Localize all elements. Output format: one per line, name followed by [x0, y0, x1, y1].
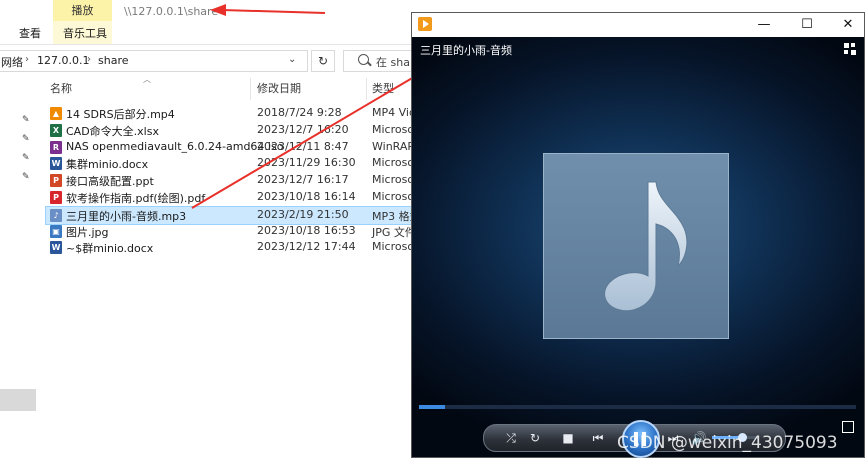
- file-modified-date: 2023/12/7 16:20: [257, 122, 349, 136]
- breadcrumb-separator[interactable]: ›: [87, 54, 91, 65]
- file-row[interactable]: P 软考操作指南.pdf(绘图).pdf 2023/10/18 16:14 Micro…: [46, 189, 466, 206]
- column-header-type[interactable]: 类型: [372, 80, 394, 100]
- file-modified-date: 2023/2/19 21:50: [257, 207, 349, 221]
- media-player-window: — ☐ ✕ 三月里的小雨-音频 ⤮ ↻ ■ ⏮ ⏭ 🔊: [411, 12, 865, 458]
- file-type: WinRAR: [372, 139, 416, 153]
- watermark: CSDN @weixin_43075093: [617, 433, 838, 453]
- pin-icon[interactable]: ✎: [22, 172, 30, 182]
- refresh-button[interactable]: ↻: [311, 50, 335, 72]
- switch-layout-icon[interactable]: [844, 43, 856, 55]
- column-header-name[interactable]: 名称: [50, 80, 72, 100]
- minimize-button[interactable]: —: [744, 13, 784, 37]
- winrar-icon: R: [50, 140, 62, 154]
- file-row[interactable]: ▣ 图片.jpg 2023/10/18 16:53 JPG 文件: [46, 223, 466, 240]
- file-modified-date: 2023/10/18 16:53: [257, 223, 356, 237]
- file-type: Microso: [372, 240, 415, 254]
- file-name: 14 SDRS后部分.mp4: [66, 108, 175, 121]
- file-type: JPG 文件: [372, 225, 416, 239]
- window-title-path: \\127.0.0.1\share: [124, 5, 219, 18]
- chevron-down-icon[interactable]: ⌄: [288, 54, 296, 65]
- word-icon: W: [50, 157, 62, 171]
- file-name: 图片.jpg: [66, 225, 109, 239]
- tab-music-tools[interactable]: 音乐工具: [63, 25, 107, 41]
- powerpoint-icon: P: [50, 174, 62, 188]
- file-modified-date: 2023/12/11 8:47: [257, 139, 349, 153]
- player-titlebar[interactable]: — ☐ ✕: [412, 13, 864, 37]
- file-name: NAS openmediavault_6.0.24-amd64.iso: [66, 139, 284, 153]
- file-row[interactable]: W 集群minio.docx 2023/11/29 16:30 Microso: [46, 155, 466, 172]
- file-type: Microso: [372, 190, 415, 203]
- file-type: Microso: [372, 173, 415, 187]
- pin-icon[interactable]: ✎: [22, 134, 30, 144]
- maximize-button[interactable]: ☐: [787, 13, 827, 37]
- column-header-date[interactable]: 修改日期: [257, 80, 301, 100]
- pin-icon[interactable]: ✎: [22, 115, 30, 125]
- pin-icon[interactable]: ✎: [22, 153, 30, 163]
- excel-icon: X: [50, 123, 62, 137]
- file-name: 接口高级配置.ppt: [66, 175, 154, 189]
- player-video-area[interactable]: 三月里的小雨-音频 ⤮ ↻ ■ ⏮ ⏭ 🔊: [412, 37, 864, 458]
- file-row[interactable]: ▲ 14 SDRS后部分.mp4 2018/7/24 9:28 MP4 Vid: [46, 105, 466, 122]
- album-art: [543, 153, 729, 339]
- file-modified-date: 2023/11/29 16:30: [257, 156, 356, 170]
- seek-bar-fill: [419, 405, 446, 409]
- file-modified-date: 2023/12/12 17:44: [257, 240, 356, 254]
- music-note-icon: [604, 181, 688, 312]
- audio-icon: ♪: [50, 208, 62, 222]
- track-title: 三月里的小雨-音频: [420, 44, 512, 57]
- breadcrumb-separator[interactable]: ›: [25, 54, 29, 65]
- navigation-selected-item[interactable]: [0, 389, 36, 411]
- media-player-app-icon: [418, 17, 432, 31]
- previous-icon[interactable]: ⏮: [589, 429, 607, 447]
- address-bar[interactable]: 网络 › 127.0.0.1 › share ⌄: [0, 50, 308, 72]
- refresh-icon: ↻: [317, 54, 329, 68]
- tab-play[interactable]: 播放: [53, 0, 112, 21]
- fullscreen-icon[interactable]: [842, 421, 854, 433]
- tab-view[interactable]: 查看: [19, 25, 41, 41]
- file-name: CAD命令大全.xlsx: [66, 124, 159, 138]
- seek-bar[interactable]: [419, 405, 856, 409]
- column-divider[interactable]: [250, 78, 251, 100]
- close-button[interactable]: ✕: [828, 13, 865, 37]
- sort-ascending-icon: ︿: [143, 75, 151, 84]
- file-type: Microso: [372, 156, 415, 170]
- file-name: 软考操作指南.pdf(绘图).pdf: [66, 192, 206, 205]
- file-row[interactable]: P 接口高级配置.ppt 2023/12/7 16:17 Microso: [46, 172, 466, 189]
- word-icon: W: [50, 241, 62, 255]
- search-icon: [358, 54, 369, 65]
- repeat-icon[interactable]: ↻: [526, 429, 544, 447]
- file-modified-date: 2023/12/7 16:17: [257, 173, 349, 187]
- image-icon: ▣: [50, 224, 62, 238]
- file-modified-date: 2023/10/18 16:14: [257, 190, 356, 203]
- file-type: MP4 Vid: [372, 106, 416, 119]
- file-type: Microso: [372, 122, 415, 136]
- file-name: 三月里的小雨-音频.mp3: [66, 209, 187, 223]
- file-name: 集群minio.docx: [66, 158, 149, 172]
- file-row[interactable]: X CAD命令大全.xlsx 2023/12/7 16:20 Microso: [46, 122, 466, 139]
- vlc-video-icon: ▲: [50, 107, 62, 120]
- file-name: ~$群minio.docx: [66, 242, 154, 256]
- file-row[interactable]: R NAS openmediavault_6.0.24-amd64.iso 2023…: [46, 139, 466, 156]
- shuffle-icon[interactable]: ⤮: [502, 429, 520, 447]
- breadcrumb-host[interactable]: 127.0.0.1: [37, 54, 89, 67]
- breadcrumb-network[interactable]: 网络: [1, 54, 23, 70]
- column-divider[interactable]: [366, 78, 367, 100]
- breadcrumb-share[interactable]: share: [98, 54, 129, 67]
- file-row[interactable]: W ~$群minio.docx 2023/12/12 17:44 Microso: [46, 239, 466, 256]
- stop-icon[interactable]: ■: [559, 429, 577, 447]
- pdf-icon: P: [50, 191, 62, 204]
- file-modified-date: 2018/7/24 9:28: [257, 106, 342, 119]
